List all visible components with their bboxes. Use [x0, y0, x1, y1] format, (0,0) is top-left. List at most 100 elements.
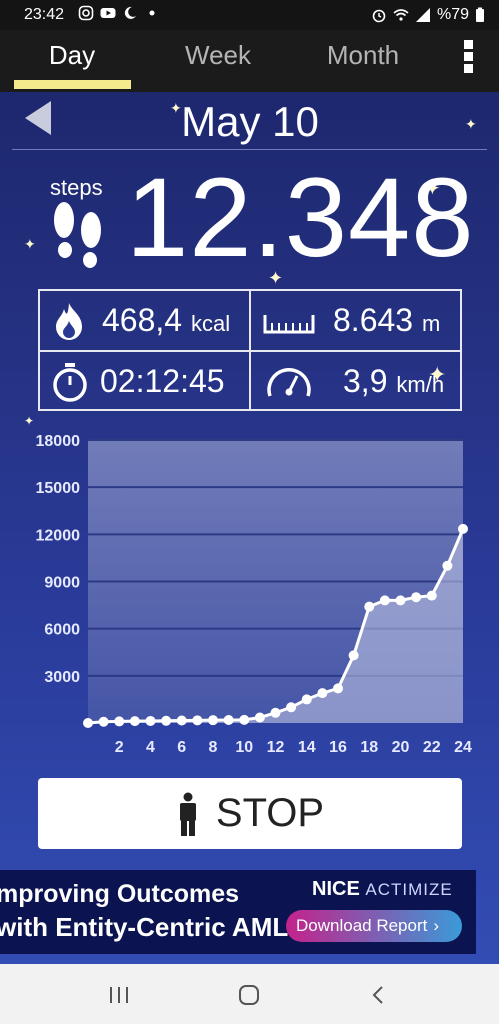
battery-percent: %79: [436, 6, 469, 23]
ad-brand-name: NICE: [312, 878, 360, 900]
tab-day[interactable]: Day: [2, 40, 142, 71]
steps-count: 12.348: [126, 155, 475, 280]
divider: [12, 149, 487, 150]
signal-icon: [415, 8, 430, 22]
overflow-menu-icon[interactable]: [464, 40, 474, 76]
x-tick-label: 16: [329, 739, 347, 756]
data-point: [114, 716, 125, 727]
ad-headline: mproving Outcomes: [0, 880, 240, 908]
status-bar: 23:42 %79: [0, 0, 499, 30]
x-tick-label: 4: [146, 739, 155, 756]
moon-icon: [124, 6, 136, 19]
youtube-icon: [100, 8, 116, 18]
y-tick-label: 9000: [44, 575, 80, 592]
x-tick-label: 6: [177, 739, 186, 756]
ruler-icon: [263, 315, 315, 334]
instagram-icon: [78, 5, 94, 21]
calories-value: 468,4: [102, 302, 183, 338]
data-point: [192, 715, 203, 726]
y-tick-label: 15000: [36, 480, 81, 497]
dot-icon: [149, 10, 155, 16]
wifi-icon: [393, 9, 409, 21]
stats-grid: 468,4 kcal 8.643 m 02:12:45 3,9 km/h: [38, 289, 462, 411]
data-point: [317, 688, 328, 699]
data-point: [395, 595, 406, 606]
system-nav-bar: [0, 964, 499, 1024]
data-point: [442, 560, 453, 571]
speed-value: 3,9: [343, 363, 388, 399]
data-point: [458, 523, 468, 534]
x-tick-label: 24: [454, 739, 472, 756]
tab-month[interactable]: Month: [293, 40, 433, 71]
distance-value: 8.643: [333, 302, 414, 338]
data-point: [176, 715, 187, 726]
calories-cell: 468,4 kcal: [40, 291, 250, 350]
speed-cell: 3,9 km/h: [251, 352, 461, 411]
data-point: [239, 714, 250, 725]
data-point: [426, 590, 437, 601]
data-point: [208, 715, 218, 726]
data-point: [83, 718, 93, 728]
person-icon: [179, 792, 196, 836]
sparkle-icon: ✦: [465, 116, 477, 132]
x-tick-label: 22: [423, 739, 441, 756]
data-point: [348, 650, 359, 661]
x-tick-label: 20: [392, 739, 410, 756]
data-point: [223, 715, 234, 726]
back-icon[interactable]: [371, 985, 385, 1005]
data-point: [270, 707, 281, 718]
steps-chart: 300060009000120001500018000 2 4 6 8 10 12 14 16…: [36, 433, 473, 756]
data-point: [98, 716, 109, 727]
y-tick-label: 18000: [36, 433, 81, 450]
stop-button-label: STOP: [215, 791, 325, 835]
x-tick-label: 8: [209, 739, 218, 756]
calories-unit: kcal: [190, 311, 231, 336]
alarm-icon: [372, 9, 386, 23]
x-tick-label: 14: [298, 739, 316, 756]
x-tick-label: 12: [267, 739, 285, 756]
y-tick-label: 12000: [36, 527, 81, 544]
flame-icon: [56, 303, 82, 340]
data-point: [411, 592, 422, 603]
data-point: [333, 683, 343, 694]
sparkle-icon: ✦: [24, 236, 36, 252]
battery-icon: [476, 7, 484, 22]
x-tick-label: 10: [235, 739, 253, 756]
speedometer-icon: [267, 368, 311, 397]
ad-brand-sub: ACTIMIZE: [365, 880, 453, 899]
status-time: 23:42: [24, 6, 65, 23]
distance-unit: m: [421, 311, 441, 336]
steps-label: steps: [50, 175, 103, 200]
home-icon[interactable]: [238, 984, 260, 1006]
stopwatch-icon: [53, 363, 87, 402]
x-tick-label: 18: [360, 739, 378, 756]
x-tick-label: 2: [115, 739, 124, 756]
stop-button[interactable]: STOP: [38, 778, 462, 849]
tab-week[interactable]: Week: [148, 40, 288, 71]
recent-apps-icon[interactable]: [108, 986, 130, 1004]
data-point: [364, 601, 375, 612]
active-tab-indicator: [14, 80, 131, 89]
data-point: [379, 595, 390, 606]
data-point: [301, 694, 312, 705]
ad-cta-label: Download Report: [296, 916, 428, 935]
y-tick-label: 6000: [44, 622, 80, 639]
ad-download-button[interactable]: Download Report ›: [286, 910, 462, 942]
footprints-icon: [54, 202, 101, 268]
date-label: May 10: [181, 98, 319, 145]
distance-cell: 8.643 m: [251, 291, 461, 350]
back-arrow-icon[interactable]: [24, 100, 52, 136]
data-point: [286, 702, 297, 713]
data-point: [145, 715, 156, 726]
chevron-right-icon: ›: [433, 916, 440, 935]
tab-bar: Day Week Month: [0, 30, 499, 92]
ad-brand: NICE ACTIMIZE: [312, 878, 453, 901]
duration-value: 02:12:45: [100, 363, 225, 399]
data-point: [254, 712, 265, 723]
duration-cell: 02:12:45: [40, 352, 250, 411]
data-point: [161, 715, 172, 726]
ad-subheadline: with Entity-Centric AML: [0, 912, 289, 942]
y-tick-label: 3000: [44, 669, 80, 686]
data-point: [129, 716, 140, 727]
ad-banner[interactable]: mproving Outcomes with Entity-Centric AM…: [0, 870, 476, 954]
